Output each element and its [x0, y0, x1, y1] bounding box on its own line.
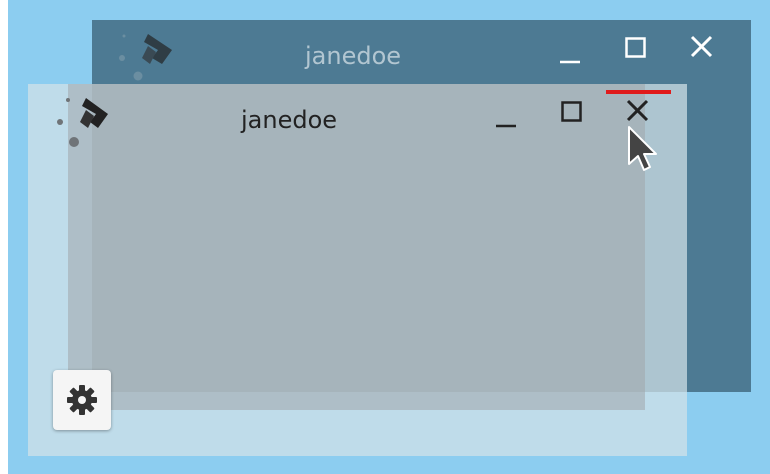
minimize-icon	[496, 124, 516, 128]
maximize-button[interactable]	[616, 29, 656, 69]
minimize-button[interactable]	[550, 38, 590, 78]
close-button[interactable]	[682, 29, 722, 69]
mouse-cursor-icon	[626, 124, 660, 174]
minimize-icon	[560, 60, 580, 64]
window-title: janedoe	[241, 106, 338, 134]
maximize-icon	[561, 101, 582, 122]
logo-icon	[50, 94, 110, 154]
window-title: janedoe	[305, 42, 402, 70]
logo-icon	[114, 30, 174, 90]
close-icon	[690, 35, 713, 58]
front-window[interactable]: janedoe	[28, 84, 687, 456]
maximize-icon	[625, 37, 646, 58]
minimize-button[interactable]	[486, 102, 526, 142]
gear-icon	[67, 385, 97, 415]
maximize-button[interactable]	[552, 93, 592, 133]
settings-button[interactable]	[53, 370, 111, 430]
